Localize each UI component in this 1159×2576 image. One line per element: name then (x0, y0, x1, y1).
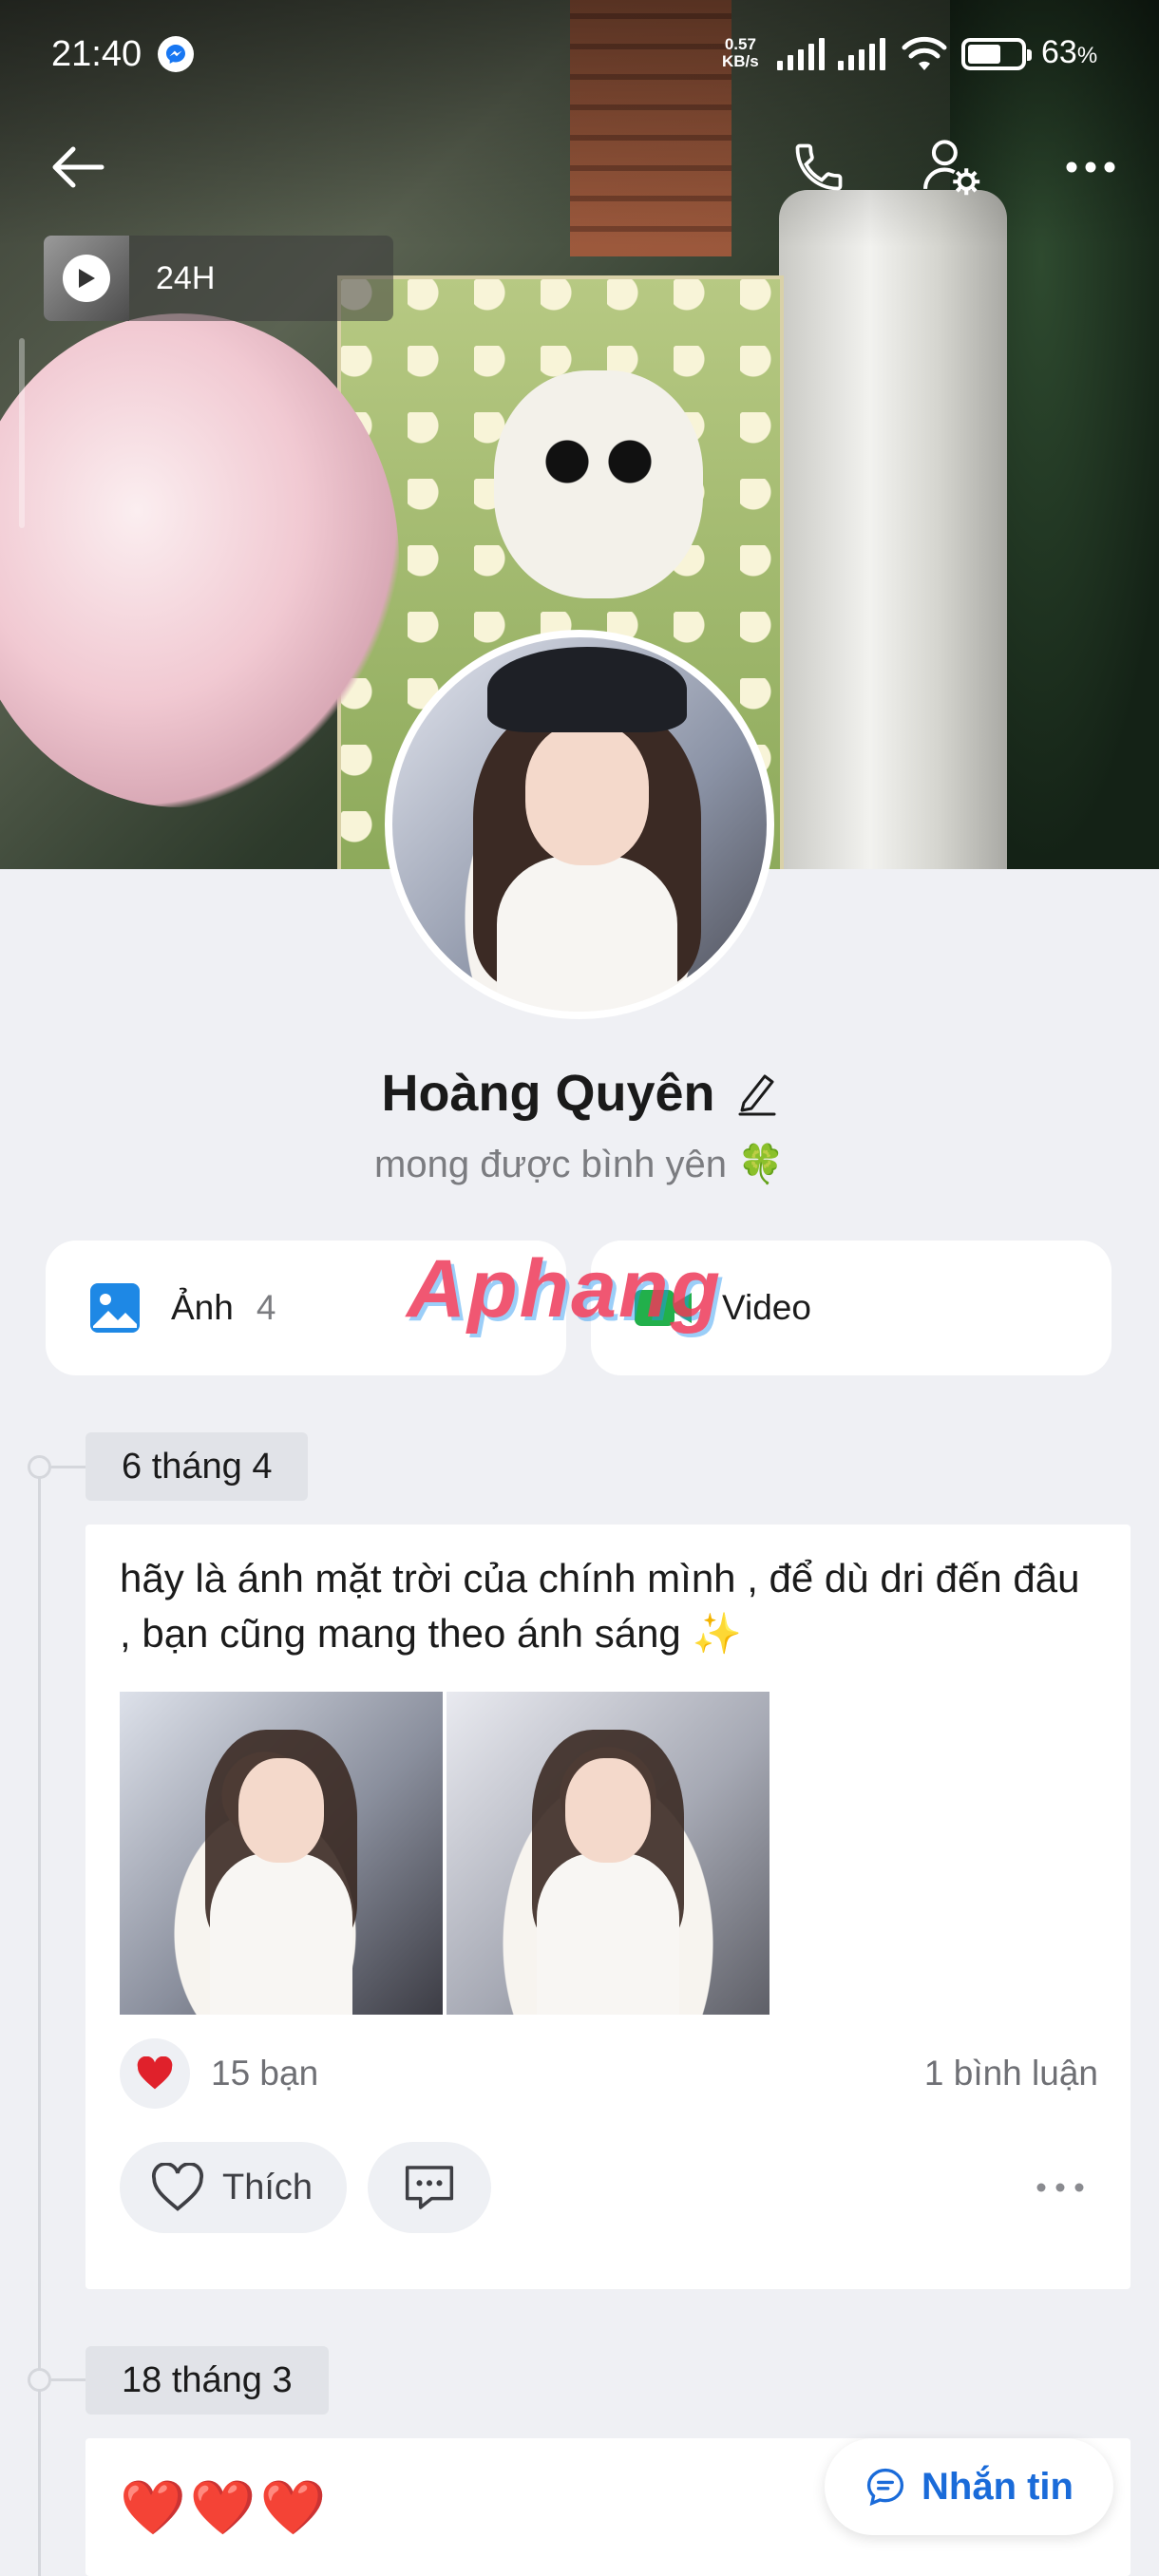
post-actions: Thích (120, 2142, 1098, 2233)
pencil-icon (738, 1074, 776, 1116)
videos-label: Video (722, 1288, 811, 1327)
signal-icon-sim2 (838, 38, 885, 70)
timeline-tick (51, 2378, 86, 2381)
profile-name: Hoàng Quyên (381, 1065, 715, 1122)
message-button[interactable]: Nhắn tin (825, 2438, 1113, 2535)
heart-outline-icon (151, 2163, 204, 2211)
photo-shirt (210, 1853, 352, 2015)
network-speed-unit: KB/s (722, 52, 759, 70)
photo-face (238, 1758, 324, 1863)
signal-icon-sim1 (777, 38, 825, 70)
message-label: Nhắn tin (922, 2465, 1074, 2508)
photos-count: 4 (256, 1288, 276, 1327)
comment-icon (405, 2166, 454, 2209)
cover-pillar (779, 190, 1007, 869)
arrow-left-icon (52, 146, 104, 188)
more-dots-icon (1036, 2183, 1084, 2192)
reactions-count[interactable]: 15 bạn (211, 2054, 318, 2093)
reactions-button[interactable] (120, 2038, 190, 2109)
story-24h[interactable]: 24H (44, 236, 393, 321)
post-photo-1[interactable] (120, 1692, 443, 2015)
photo-shirt (537, 1853, 679, 2015)
reactions-row: 15 bạn 1 bình luận (120, 2037, 1098, 2110)
wifi-icon (902, 36, 947, 70)
comment-button[interactable] (368, 2142, 492, 2233)
story-label: 24H (156, 259, 216, 296)
battery-icon (961, 38, 1032, 70)
battery-percent: 63% (1041, 34, 1097, 71)
profile-bio: mong được bình yên 🍀 (374, 1144, 785, 1185)
battery-percent-value: 63 (1041, 34, 1077, 70)
battery-fill (968, 45, 1000, 64)
chat-bubble-icon (866, 2468, 904, 2507)
status-bar: 21:40 0.57 KB/s 63% (0, 0, 1159, 104)
network-speed: 0.57 KB/s (722, 36, 759, 70)
heart-icon (137, 2056, 173, 2090)
call-button[interactable] (781, 129, 857, 205)
timeline-line (38, 1468, 41, 2576)
post-text: hãy là ánh mặt trời của chính mình , để … (120, 1556, 1080, 1656)
timeline-dot (28, 1455, 51, 1479)
more-dots-icon (1066, 161, 1115, 173)
post-date: 6 tháng 4 (86, 1432, 309, 1501)
story-thumbnail (44, 236, 129, 321)
profile-avatar[interactable] (385, 630, 774, 1019)
edit-name-button[interactable] (736, 1070, 778, 1116)
user-gear-icon (923, 140, 980, 196)
photo-face (565, 1758, 651, 1863)
photos-label: Ảnh (171, 1288, 234, 1327)
more-options-button[interactable] (1053, 129, 1129, 205)
watermark-logo: Aphang (407, 1243, 723, 1335)
avatar-shirt (497, 856, 677, 1012)
avatar-face (525, 723, 649, 865)
photo-gallery-icon (90, 1283, 140, 1333)
post-photo-2[interactable] (446, 1692, 770, 2015)
timeline-tick (51, 1466, 86, 1468)
profile-settings-button[interactable] (914, 129, 990, 205)
scroll-indicator (19, 338, 25, 528)
status-time: 21:40 (51, 34, 142, 74)
play-icon (63, 255, 110, 302)
profile-name-row: Hoàng Quyên (0, 1064, 1159, 1123)
like-label: Thích (222, 2167, 314, 2207)
post-date: 18 tháng 3 (86, 2346, 329, 2415)
like-button[interactable]: Thích (120, 2142, 348, 2233)
post-more-button[interactable] (1022, 2150, 1098, 2226)
avatar-cap (487, 647, 687, 732)
network-speed-value: 0.57 (724, 35, 756, 53)
messenger-icon (158, 36, 194, 72)
post-text: ❤️❤️❤️ (120, 2477, 331, 2537)
cover-panda-art (494, 370, 703, 598)
battery-percent-sign: % (1076, 43, 1098, 68)
comments-count[interactable]: 1 bình luận (924, 2054, 1098, 2093)
feed-post: hãy là ánh mặt trời của chính mình , để … (86, 1525, 1130, 2289)
timeline-dot (28, 2368, 51, 2392)
back-button[interactable] (40, 129, 116, 205)
phone-icon (795, 143, 843, 191)
